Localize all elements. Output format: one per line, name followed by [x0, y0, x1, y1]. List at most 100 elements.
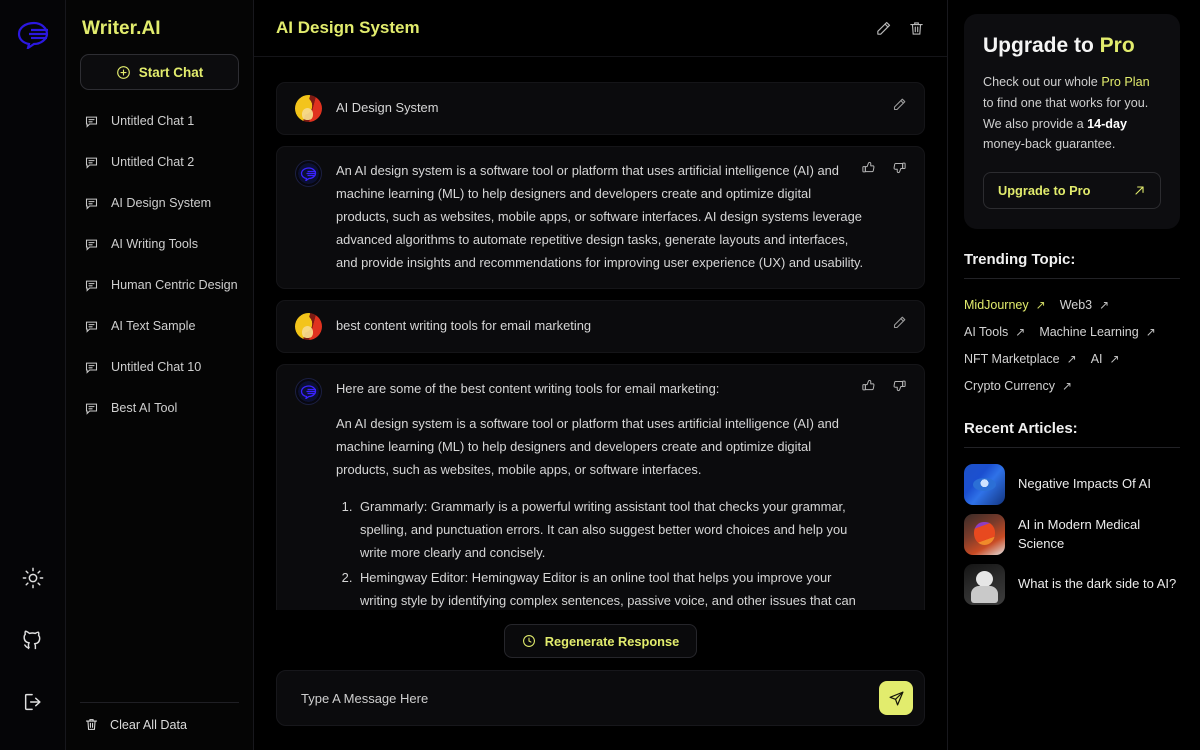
- pro-card-title: Upgrade to Pro: [983, 34, 1161, 58]
- sun-icon[interactable]: [13, 558, 53, 598]
- thumbs-down-icon[interactable]: [892, 378, 907, 393]
- regenerate-response-button[interactable]: Regenerate Response: [503, 624, 698, 658]
- message-paragraph: An AI design system is a software tool o…: [336, 415, 839, 477]
- topic-label: Crypto Currency: [964, 379, 1055, 394]
- recent-articles-list: Negative Impacts Of AI AI in Modern Medi…: [964, 464, 1180, 606]
- chat-bubble-icon: [84, 237, 100, 252]
- sidebar-item-ai-text-sample[interactable]: AI Text Sample: [80, 313, 239, 339]
- pro-title-prefix: Upgrade to: [983, 34, 1100, 57]
- sidebar-item-ai-writing-tools[interactable]: AI Writing Tools: [80, 231, 239, 257]
- topic-web3[interactable]: Web3 ↗: [1060, 295, 1110, 315]
- topic-label: AI Tools: [964, 325, 1009, 340]
- start-chat-label: Start Chat: [138, 64, 204, 80]
- chat-bubble-icon: [84, 114, 100, 129]
- chat-item-label: AI Text Sample: [111, 319, 196, 333]
- avatar: [295, 377, 322, 405]
- topic-ai-tools[interactable]: AI Tools ↗: [964, 322, 1025, 342]
- pro-card-description: Check out our whole Pro Plan to find one…: [983, 72, 1161, 155]
- topic-crypto-currency[interactable]: Crypto Currency ↗: [964, 376, 1072, 396]
- message-user: AI Design System: [276, 82, 925, 135]
- app-root: Writer.AI Start Chat Untitled Chat 1 Unt…: [0, 0, 1200, 750]
- chat-bubble-icon: [84, 360, 100, 375]
- chat-header: AI Design System: [254, 0, 947, 57]
- pencil-icon[interactable]: [875, 20, 892, 37]
- anatomical-heart-thumbnail: [964, 514, 1005, 556]
- pro-desc-days: 14-day: [1087, 116, 1127, 131]
- list-item: Grammarly: Grammarly is a powerful writi…: [356, 496, 866, 565]
- feedback-actions: [861, 378, 907, 393]
- start-chat-button[interactable]: Start Chat: [80, 54, 239, 90]
- arrow-up-right-icon: ↗: [1015, 325, 1026, 340]
- logout-icon[interactable]: [13, 682, 53, 722]
- sidebar-item-human-centric-design[interactable]: Human Centric Design: [80, 272, 239, 298]
- chat-header-actions: [875, 20, 925, 37]
- arrow-up-right-icon: ↗: [1062, 379, 1073, 394]
- message-paragraph: An AI design system is a software tool o…: [336, 163, 864, 270]
- message-text: AI Design System: [336, 100, 439, 116]
- arrow-up-right-icon: ↗: [1099, 298, 1110, 313]
- thumbs-up-icon[interactable]: [861, 378, 876, 393]
- topic-ai[interactable]: AI ↗: [1091, 349, 1120, 369]
- writer-ai-logo-icon[interactable]: [13, 14, 53, 54]
- feedback-actions: [861, 160, 907, 175]
- pro-title-highlight: Pro: [1099, 34, 1135, 57]
- recent-articles-title: Recent Articles:: [964, 420, 1078, 438]
- article-title: What is the dark side to AI?: [1018, 576, 1177, 592]
- thumbs-down-icon[interactable]: [892, 160, 907, 175]
- message-input[interactable]: [301, 690, 869, 706]
- right-panel: Upgrade to Pro Check out our whole Pro P…: [948, 0, 1200, 750]
- chat-list: Untitled Chat 1 Untitled Chat 2 AI Desig…: [80, 108, 239, 702]
- astronaut-thumbnail: [964, 564, 1005, 606]
- chat-bubble-icon: [84, 155, 100, 170]
- regenerate-label: Regenerate Response: [544, 633, 680, 649]
- composer-wrap: [254, 670, 947, 750]
- article-item[interactable]: What is the dark side to AI?: [964, 564, 1180, 606]
- pro-desc-1: Check out our whole: [983, 75, 1102, 89]
- pro-plan-link[interactable]: Pro Plan: [1101, 75, 1149, 89]
- page-title: AI Design System: [276, 18, 420, 37]
- pencil-icon[interactable]: [892, 315, 907, 330]
- trash-icon[interactable]: [908, 20, 925, 37]
- article-item[interactable]: Negative Impacts Of AI: [964, 464, 1180, 506]
- sidebar-footer: Clear All Data: [80, 702, 239, 732]
- chat-bubble-icon: [84, 319, 100, 334]
- avatar: [295, 312, 322, 340]
- upgrade-to-pro-button[interactable]: Upgrade to Pro: [983, 172, 1161, 210]
- message-thread: AI Design System An AI design system is …: [254, 57, 947, 610]
- upgrade-pro-card: Upgrade to Pro Check out our whole Pro P…: [964, 14, 1180, 230]
- github-icon[interactable]: [13, 620, 53, 660]
- arrow-up-right-icon: ↗: [1145, 325, 1156, 340]
- chat-bubble-icon: [84, 278, 100, 293]
- sidebar-item-untitled-chat-2[interactable]: Untitled Chat 2: [80, 149, 239, 175]
- message-body: An AI design system is a software tool o…: [336, 160, 906, 275]
- pencil-icon[interactable]: [892, 97, 907, 112]
- chat-item-label: Untitled Chat 10: [111, 360, 202, 374]
- sidebar-item-untitled-chat-1[interactable]: Untitled Chat 1: [80, 108, 239, 134]
- topic-nft-marketplace[interactable]: NFT Marketplace ↗: [964, 349, 1077, 369]
- divider: [964, 447, 1180, 449]
- send-button[interactable]: [879, 681, 913, 715]
- chat-item-label: AI Design System: [111, 196, 212, 210]
- clear-all-data-button[interactable]: Clear All Data: [80, 717, 239, 732]
- message-text: best content writing tools for email mar…: [336, 317, 592, 333]
- upgrade-button-label: Upgrade to Pro: [998, 183, 1091, 199]
- arrow-up-right-icon: ↗: [1066, 352, 1077, 367]
- message-composer: [276, 670, 925, 726]
- sidebar-item-best-ai-tool[interactable]: Best AI Tool: [80, 395, 239, 421]
- thumbs-up-icon[interactable]: [861, 160, 876, 175]
- chat-item-label: AI Writing Tools: [111, 237, 199, 251]
- article-item[interactable]: AI in Modern Medical Science: [964, 514, 1180, 556]
- message-assistant: Here are some of the best content writin…: [276, 363, 925, 610]
- app-brand: Writer.AI: [82, 18, 161, 39]
- blue-abstract-thumbnail: [964, 464, 1005, 506]
- arrow-up-right-icon: ↗: [1109, 352, 1120, 367]
- topic-machine-learning[interactable]: Machine Learning ↗: [1039, 322, 1155, 342]
- avatar: [295, 160, 322, 187]
- topic-midjourney[interactable]: MidJourney ↗: [964, 295, 1046, 315]
- sidebar-item-untitled-chat-10[interactable]: Untitled Chat 10: [80, 354, 239, 380]
- chat-item-label: Best AI Tool: [111, 401, 178, 415]
- topic-label: MidJourney: [964, 298, 1029, 313]
- message-paragraph: Here are some of the best content writin…: [336, 380, 720, 396]
- message-assistant: An AI design system is a software tool o…: [276, 146, 925, 289]
- sidebar-item-ai-design-system[interactable]: AI Design System: [80, 190, 239, 216]
